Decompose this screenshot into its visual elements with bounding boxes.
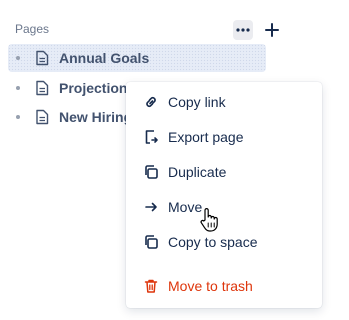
page-item-annual-goals[interactable]: Annual Goals	[8, 44, 266, 72]
add-page-button[interactable]	[262, 20, 282, 40]
move-to-trash-menu-item[interactable]: Move to trash	[126, 271, 322, 301]
copy-icon	[145, 235, 158, 249]
hand-pointer-cursor-icon	[200, 208, 218, 232]
menu-item-label: Export page	[168, 129, 244, 145]
page-icon	[36, 50, 49, 66]
more-actions-button[interactable]	[233, 20, 253, 40]
move-menu-item[interactable]: Move	[126, 192, 322, 222]
pages-section-header: Pages	[0, 18, 300, 42]
link-icon	[146, 97, 156, 107]
section-title: Pages	[15, 22, 50, 36]
page-icon	[36, 109, 49, 125]
page-icon	[36, 80, 49, 96]
export-page-menu-item[interactable]: Export page	[126, 122, 322, 152]
menu-item-label: Duplicate	[168, 164, 227, 180]
menu-item-label: Copy link	[168, 94, 226, 110]
page-label: New Hiring	[59, 109, 133, 125]
copy-to-space-menu-item[interactable]: Copy to space	[126, 227, 322, 257]
duplicate-menu-item[interactable]: Duplicate	[126, 157, 322, 187]
copy-link-menu-item[interactable]: Copy link	[126, 87, 322, 117]
menu-item-label: Copy to space	[168, 234, 258, 250]
page-label: Projections	[59, 80, 136, 96]
more-horizontal-icon	[236, 28, 250, 32]
duplicate-icon	[145, 165, 158, 179]
plus-icon	[265, 23, 279, 37]
export-icon	[145, 130, 158, 144]
bullet	[16, 56, 20, 60]
bullet	[16, 115, 20, 119]
page-label: Annual Goals	[59, 50, 150, 66]
arrow-right-icon	[145, 202, 157, 212]
menu-item-label: Move to trash	[168, 278, 253, 294]
bullet	[16, 86, 20, 90]
trash-icon	[144, 279, 158, 293]
page-context-menu: Copy link Export page Duplicate Move Cop…	[126, 82, 322, 308]
